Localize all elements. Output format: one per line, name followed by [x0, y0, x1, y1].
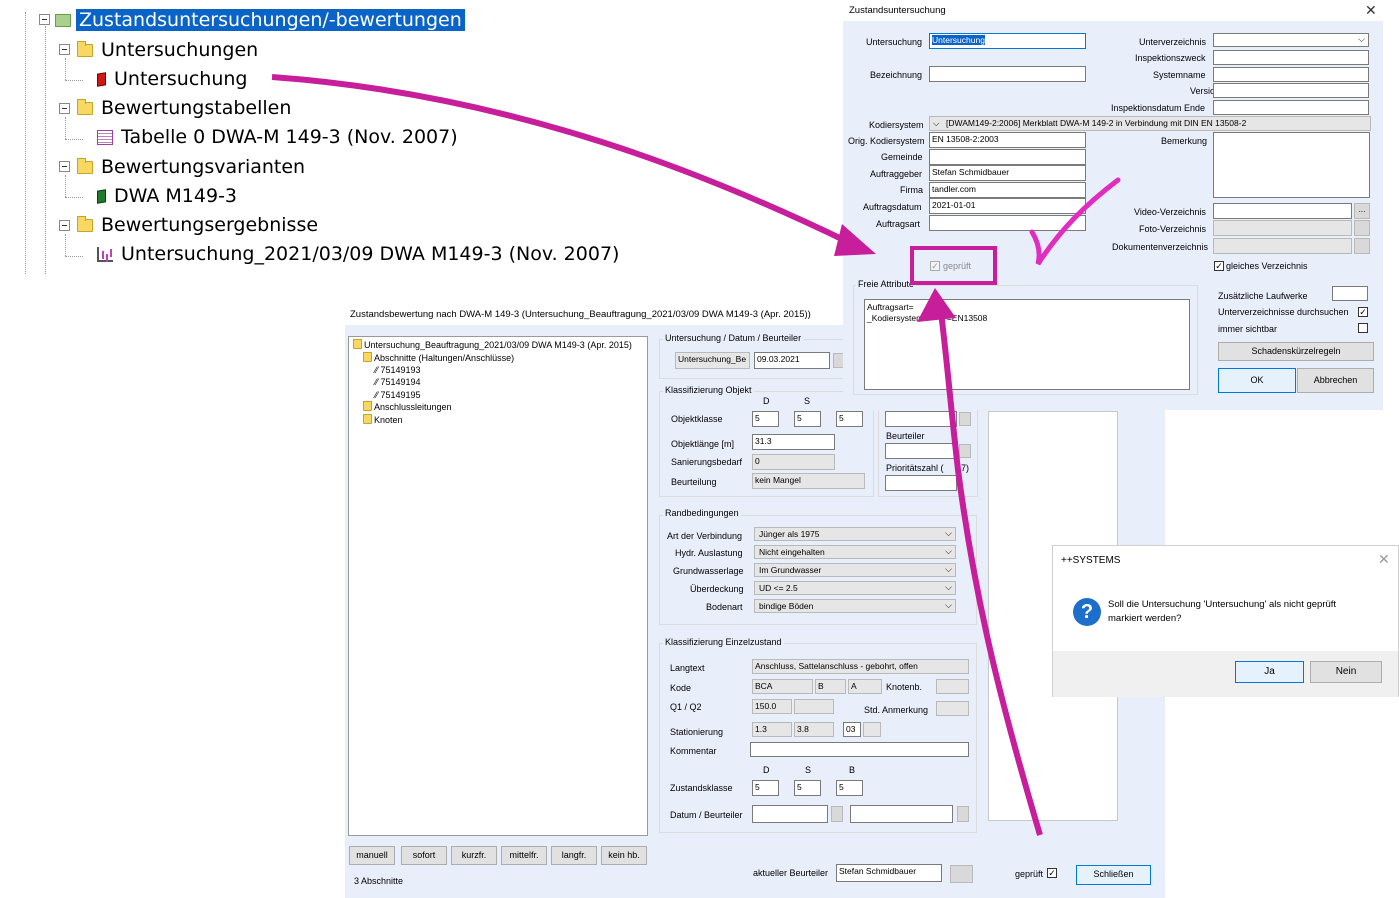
- annotation-overlay: [271, 74, 1121, 836]
- arrowhead-icon: [834, 224, 876, 256]
- arrow-checkbox-to-highlight: [937, 304, 1043, 836]
- arrow-tree-to-dialog: [271, 74, 850, 245]
- arrowhead-icon: [917, 288, 956, 322]
- checkmark-icon: [1029, 177, 1121, 266]
